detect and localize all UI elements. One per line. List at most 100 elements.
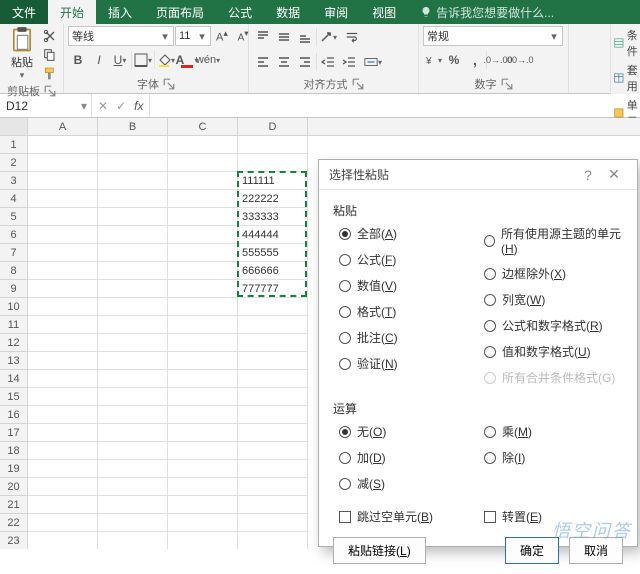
- cell[interactable]: [98, 352, 168, 370]
- align-top-button[interactable]: [253, 27, 273, 47]
- transpose-checkbox[interactable]: 转置(E): [484, 508, 623, 525]
- column-header[interactable]: C: [168, 118, 238, 135]
- cell[interactable]: [238, 424, 308, 442]
- name-box[interactable]: D12▾: [0, 94, 92, 117]
- cell[interactable]: [98, 478, 168, 496]
- cell[interactable]: [168, 460, 238, 478]
- font-name-combo[interactable]: 等线▾: [68, 26, 174, 46]
- cell[interactable]: [28, 226, 98, 244]
- cell[interactable]: [238, 316, 308, 334]
- tab-data[interactable]: 数据: [264, 0, 312, 24]
- help-button[interactable]: ?: [575, 167, 601, 183]
- cell[interactable]: [28, 514, 98, 532]
- cell[interactable]: [238, 514, 308, 532]
- tab-insert[interactable]: 插入: [96, 0, 144, 24]
- cell[interactable]: [98, 460, 168, 478]
- cancel-formula-icon[interactable]: ✕: [98, 99, 108, 113]
- cell[interactable]: [168, 514, 238, 532]
- cut-button[interactable]: [42, 28, 58, 44]
- align-right-button[interactable]: [295, 52, 315, 72]
- skip-blanks-checkbox[interactable]: 跳过空单元(B): [339, 508, 478, 525]
- phonetic-button[interactable]: wén▾: [198, 50, 218, 70]
- cell[interactable]: [168, 172, 238, 190]
- paste-button[interactable]: 粘贴 ▾: [4, 26, 40, 81]
- cell[interactable]: 333333: [238, 208, 308, 226]
- row-header[interactable]: 5: [0, 208, 27, 226]
- accounting-format-button[interactable]: ¥▾: [423, 50, 443, 70]
- align-bottom-button[interactable]: [295, 27, 315, 47]
- font-color-button[interactable]: A▾: [177, 50, 197, 70]
- cell[interactable]: [28, 334, 98, 352]
- conditional-formatting-button[interactable]: 条件: [611, 27, 640, 59]
- align-dialog-launcher[interactable]: [352, 78, 364, 90]
- cell[interactable]: [28, 208, 98, 226]
- cell[interactable]: [238, 136, 308, 154]
- row-header[interactable]: 21: [0, 496, 27, 514]
- close-button[interactable]: ✕: [601, 166, 627, 183]
- cell[interactable]: [98, 280, 168, 298]
- cell[interactable]: [98, 424, 168, 442]
- cell[interactable]: [168, 136, 238, 154]
- cell[interactable]: [28, 280, 98, 298]
- cell[interactable]: [238, 298, 308, 316]
- underline-button[interactable]: U▾: [110, 50, 130, 70]
- radio-validation[interactable]: 验证(N): [339, 355, 478, 372]
- align-center-button[interactable]: [274, 52, 294, 72]
- decrease-indent-button[interactable]: [318, 52, 338, 72]
- cell[interactable]: [168, 532, 238, 549]
- chevron-down-icon[interactable]: ▾: [81, 99, 87, 113]
- radio-formulas[interactable]: 公式(F): [339, 251, 478, 268]
- cell[interactable]: [168, 154, 238, 172]
- percent-button[interactable]: %: [444, 50, 464, 70]
- cell[interactable]: [98, 244, 168, 262]
- cell[interactable]: [238, 478, 308, 496]
- radio-noborder[interactable]: 边框除外(X): [484, 265, 623, 282]
- cell[interactable]: [238, 154, 308, 172]
- cell[interactable]: [168, 406, 238, 424]
- cell[interactable]: [28, 532, 98, 549]
- column-header[interactable]: B: [98, 118, 168, 135]
- tab-home[interactable]: 开始: [48, 0, 96, 24]
- increase-indent-button[interactable]: [339, 52, 359, 72]
- cell[interactable]: [168, 226, 238, 244]
- radio-comments[interactable]: 批注(C): [339, 329, 478, 346]
- cell[interactable]: [28, 154, 98, 172]
- cell[interactable]: [98, 406, 168, 424]
- row-header[interactable]: 19: [0, 460, 27, 478]
- cell[interactable]: [28, 316, 98, 334]
- orientation-button[interactable]: ▾: [318, 27, 338, 47]
- cell[interactable]: [98, 514, 168, 532]
- row-header[interactable]: 20: [0, 478, 27, 496]
- tab-review[interactable]: 审阅: [312, 0, 360, 24]
- row-header[interactable]: 23: [0, 532, 27, 549]
- cell[interactable]: [168, 244, 238, 262]
- row-header[interactable]: 6: [0, 226, 27, 244]
- row-header[interactable]: 1: [0, 136, 27, 154]
- cell[interactable]: [238, 334, 308, 352]
- cell[interactable]: 666666: [238, 262, 308, 280]
- cell[interactable]: [168, 370, 238, 388]
- cell[interactable]: [238, 460, 308, 478]
- format-painter-button[interactable]: [42, 66, 58, 82]
- cell[interactable]: [168, 424, 238, 442]
- formula-input[interactable]: [150, 94, 640, 117]
- row-header[interactable]: 3: [0, 172, 27, 190]
- number-dialog-launcher[interactable]: [501, 78, 513, 90]
- cell[interactable]: 555555: [238, 244, 308, 262]
- cell[interactable]: [28, 298, 98, 316]
- cell[interactable]: [238, 406, 308, 424]
- cell[interactable]: [168, 280, 238, 298]
- row-header[interactable]: 2: [0, 154, 27, 172]
- radio-all[interactable]: 全部(A): [339, 225, 478, 242]
- cell[interactable]: [168, 478, 238, 496]
- radio-colwidth[interactable]: 列宽(W): [484, 291, 623, 308]
- radio-sub[interactable]: 减(S): [339, 475, 478, 492]
- cell[interactable]: [238, 352, 308, 370]
- cell[interactable]: [28, 478, 98, 496]
- cell[interactable]: [98, 226, 168, 244]
- cell[interactable]: [168, 190, 238, 208]
- row-header[interactable]: 22: [0, 514, 27, 532]
- tab-layout[interactable]: 页面布局: [144, 0, 216, 24]
- dialog-titlebar[interactable]: 选择性粘贴 ? ✕: [319, 160, 637, 190]
- radio-theme[interactable]: 所有使用源主题的单元(H): [484, 225, 623, 256]
